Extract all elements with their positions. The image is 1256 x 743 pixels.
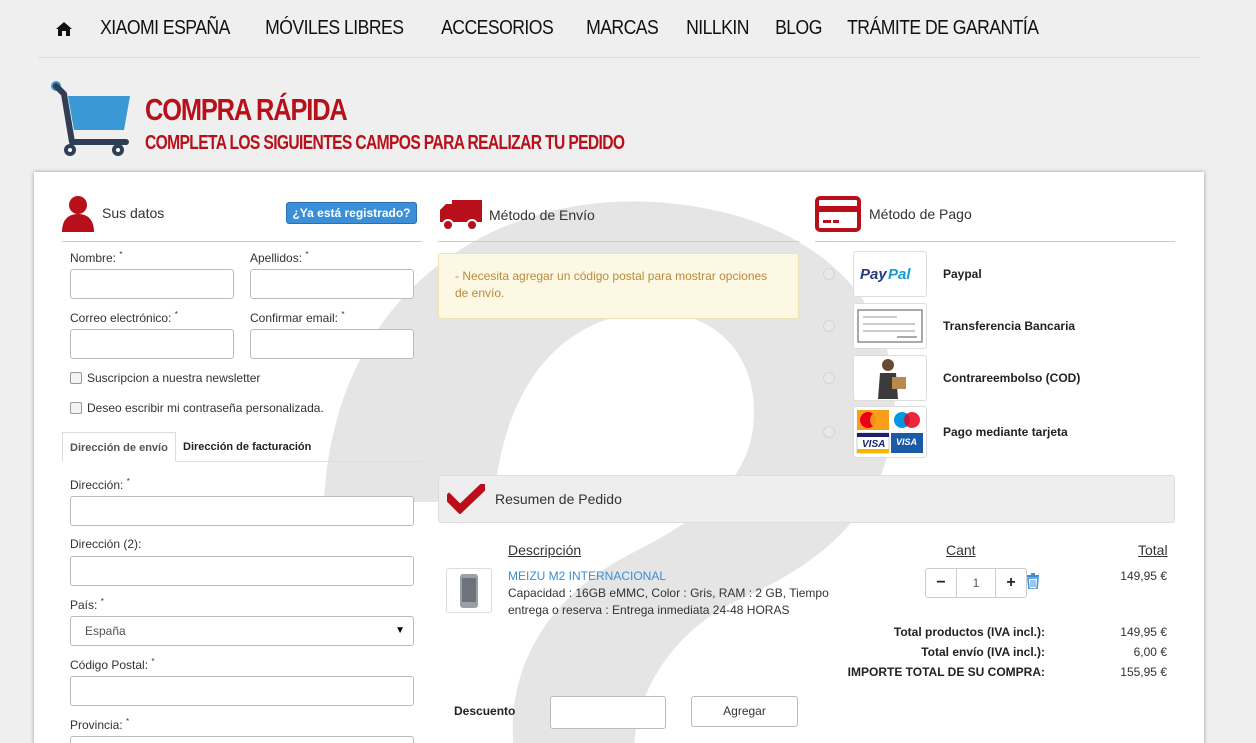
product-name-link[interactable]: MEIZU M2 INTERNACIONAL: [508, 569, 666, 583]
tab-billing-address[interactable]: Dirección de facturación: [176, 432, 318, 462]
payment-option-card[interactable]: VISA VISA Pago mediante tarjeta: [815, 406, 1185, 458]
sus-datos-label: Sus datos: [102, 205, 165, 221]
payment-name: Contrareembolso (COD): [943, 371, 1081, 385]
bank-check-icon: [853, 303, 927, 349]
direccion2-label: Dirección (2):: [70, 537, 142, 551]
add-discount-button[interactable]: Agregar: [691, 696, 798, 727]
paypal-logo: Pay Pal: [853, 251, 927, 297]
svg-text:Pay: Pay: [860, 266, 887, 283]
direccion-label: Dirección: *: [70, 477, 130, 492]
trash-icon[interactable]: [1027, 573, 1039, 592]
radio-button[interactable]: [823, 426, 835, 438]
chevron-down-icon: ▼: [395, 625, 405, 636]
quantity-value[interactable]: 1: [956, 569, 996, 597]
total-envio-value: 6,00 €: [1133, 645, 1167, 659]
cp-label: Código Postal: *: [70, 657, 155, 672]
summary-label: Resumen de Pedido: [495, 491, 622, 507]
pago-label: Método de Pago: [869, 206, 972, 222]
envio-header: Método de Envío: [440, 198, 595, 232]
sus-datos-header: Sus datos: [60, 194, 164, 232]
payment-option-transfer[interactable]: Transferencia Bancaria: [815, 302, 1185, 350]
delivery-person-icon: [853, 355, 927, 401]
radio-button[interactable]: [823, 372, 835, 384]
correo-label: Correo electrónico: *: [70, 310, 178, 325]
decrease-button[interactable]: −: [926, 569, 956, 597]
total-productos-value: 149,95 €: [1120, 625, 1167, 639]
confirmar-label: Confirmar email: *: [250, 310, 345, 325]
radio-button[interactable]: [823, 268, 835, 280]
svg-text:VISA: VISA: [862, 439, 885, 450]
nav-item-garantia[interactable]: TRÁMITE DE GARANTÍA: [833, 17, 1053, 40]
confirm-email-input[interactable]: [250, 329, 414, 359]
address2-input[interactable]: [70, 556, 414, 586]
nav-item-blog[interactable]: BLOG: [761, 17, 836, 40]
discount-input[interactable]: [550, 696, 666, 729]
envio-label: Método de Envío: [489, 207, 595, 223]
top-navigation: XIAOMI ESPAÑA MÓVILES LIBRES ACCESORIOS …: [38, 0, 1200, 58]
shopping-cart-icon: [48, 80, 134, 160]
increase-button[interactable]: +: [996, 569, 1026, 597]
product-thumbnail[interactable]: [446, 568, 492, 613]
address-input[interactable]: [70, 496, 414, 526]
newsletter-checkbox[interactable]: Suscripcion a nuestra newsletter: [70, 371, 260, 385]
importe-total-label: IMPORTE TOTAL DE SU COMPRA:: [847, 665, 1045, 679]
password-checkbox[interactable]: Deseo escribir mi contraseña personaliza…: [70, 401, 324, 415]
postal-code-input[interactable]: [70, 676, 414, 706]
pago-header: Método de Pago: [815, 196, 972, 232]
pais-label: País: *: [70, 597, 104, 612]
nav-item-accesorios[interactable]: ACCESORIOS: [427, 17, 567, 40]
product-description: Capacidad : 16GB eMMC, Color : Gris, RAM…: [508, 586, 829, 617]
tab-shipping-address[interactable]: Dirección de envío: [62, 432, 176, 462]
col-quantity: Cant: [946, 542, 976, 558]
divider: [62, 241, 422, 242]
user-icon: [62, 196, 94, 232]
payment-option-cod[interactable]: Contrareembolso (COD): [815, 354, 1185, 402]
svg-text:VISA: VISA: [896, 437, 917, 447]
country-select[interactable]: España ▼: [70, 616, 414, 646]
total-productos-label: Total productos (IVA incl.):: [893, 625, 1045, 639]
nav-item-xiaomi[interactable]: XIAOMI ESPAÑA: [86, 17, 244, 40]
nombre-input[interactable]: [70, 269, 234, 299]
nav-item-moviles[interactable]: MÓVILES LIBRES: [251, 17, 418, 40]
page-subtitle: COMPLETA LOS SIGUIENTES CAMPOS PARA REAL…: [145, 132, 625, 154]
email-input[interactable]: [70, 329, 234, 359]
home-icon[interactable]: [42, 21, 86, 36]
col-total: Total: [1138, 542, 1168, 558]
payment-name: Paypal: [943, 267, 982, 281]
apellidos-label: Apellidos: *: [250, 250, 309, 265]
nombre-label: Nombre: *: [70, 250, 123, 265]
col-description: Descripción: [508, 542, 582, 558]
importe-total-value: 155,95 €: [1120, 665, 1167, 679]
divider: [815, 241, 1175, 242]
checkmark-icon: [447, 484, 485, 514]
credit-card-icon: [815, 196, 861, 232]
checkout-panel: Sus datos ¿Ya está registrado? Nombre: *…: [34, 172, 1204, 743]
already-registered-button[interactable]: ¿Ya está registrado?: [286, 202, 417, 224]
svg-text:Pal: Pal: [888, 266, 911, 283]
card-logos-icon: VISA VISA: [853, 406, 927, 458]
divider: [438, 241, 799, 242]
nav-item-nillkin[interactable]: NILLKIN: [672, 17, 763, 40]
quantity-stepper: − 1 +: [925, 568, 1027, 598]
payment-name: Pago mediante tarjeta: [943, 425, 1068, 439]
discount-label: Descuento: [454, 704, 516, 718]
shipping-alert: - Necesita agregar un código postal para…: [438, 253, 799, 319]
apellidos-input[interactable]: [250, 269, 414, 299]
line-total: 149,95 €: [1120, 569, 1167, 583]
page-title: COMPRA RÁPIDA: [145, 92, 348, 127]
province-input[interactable]: [70, 736, 414, 743]
payment-name: Transferencia Bancaria: [943, 319, 1076, 333]
address-tabs: Dirección de envío Dirección de facturac…: [62, 432, 422, 462]
payment-option-paypal[interactable]: Pay Pal Paypal: [815, 250, 1185, 298]
provincia-label: Provincia: *: [70, 717, 130, 732]
nav-item-marcas[interactable]: MARCAS: [572, 17, 672, 40]
order-summary-header: Resumen de Pedido: [438, 475, 1175, 523]
total-envio-label: Total envío (IVA incl.):: [921, 645, 1045, 659]
truck-icon: [440, 200, 482, 231]
radio-button[interactable]: [823, 320, 835, 332]
